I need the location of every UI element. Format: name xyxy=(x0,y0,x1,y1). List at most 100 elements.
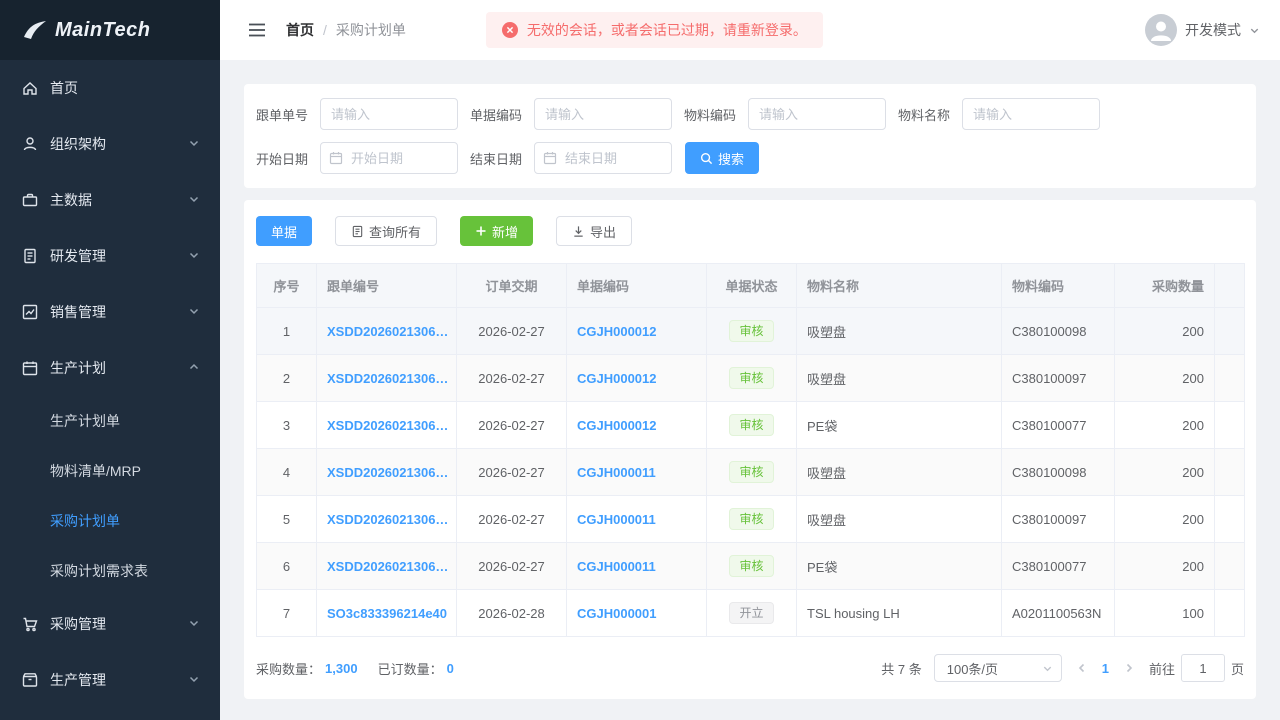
material-code-input[interactable] xyxy=(748,98,886,130)
breadcrumb-current: 采购计划单 xyxy=(335,22,406,38)
sidebar-subitem-bom-mrp[interactable]: 物料清单/MRP xyxy=(0,446,220,496)
order-no-link[interactable]: XSDD2026021306… xyxy=(327,324,448,339)
goto-page-input[interactable] xyxy=(1180,654,1225,682)
filter-label: 结束日期 xyxy=(470,151,523,167)
column-header-material: 物料名称 xyxy=(796,263,1002,308)
table-row: 5 XSDD2026021306… 2026-02-27 CGJH000011 … xyxy=(256,495,1245,543)
material-name: 吸塑盘 xyxy=(796,354,1002,402)
sidebar-subitem-purchase-plan-demand[interactable]: 采购计划需求表 xyxy=(0,546,220,596)
material-name: PE袋 xyxy=(796,542,1002,590)
alert-text: 无效的会话，或者会话已过期，请重新登录。 xyxy=(526,22,807,38)
search-button[interactable]: 搜索 xyxy=(685,142,760,174)
doc-no-link[interactable]: CGJH000012 xyxy=(577,324,657,339)
purchase-qty: 200 xyxy=(1114,307,1215,355)
chevron-down-icon xyxy=(188,616,200,632)
query-all-button[interactable]: 查询所有 xyxy=(335,216,438,246)
add-button[interactable]: 新增 xyxy=(460,216,534,246)
chevron-down-icon xyxy=(188,304,200,320)
filter-label: 单据编码 xyxy=(470,107,523,123)
collapse-sidebar-icon[interactable] xyxy=(246,19,268,41)
order-no-link[interactable]: XSDD2026021306… xyxy=(327,465,448,480)
table-row: 3 XSDD2026021306… 2026-02-27 CGJH000012 … xyxy=(256,401,1245,449)
purchase-qty: 100 xyxy=(1114,589,1215,637)
sidebar-subitem-purchase-plan-order[interactable]: 采购计划单 xyxy=(0,496,220,546)
document-icon xyxy=(20,247,40,265)
material-name: 吸塑盘 xyxy=(796,307,1002,355)
next-page-button[interactable] xyxy=(1121,660,1137,676)
delivery-date: 2026-02-27 xyxy=(456,495,567,543)
doc-code-input[interactable] xyxy=(534,98,672,130)
column-header-doc-no: 单据编码 xyxy=(566,263,707,308)
column-header-code: 物料编码 xyxy=(1001,263,1115,308)
sidebar-item-master-data[interactable]: 主数据 xyxy=(0,172,220,228)
order-no-link[interactable]: XSDD2026021306… xyxy=(327,371,448,386)
doc-no-link[interactable]: CGJH000011 xyxy=(577,512,656,527)
status-badge: 审核 xyxy=(729,367,774,389)
doc-no-link[interactable]: CGJH000012 xyxy=(577,371,657,386)
order-no-link[interactable]: XSDD2026021306… xyxy=(327,418,448,433)
chevron-down-icon xyxy=(1249,25,1260,36)
filter-material-code: 物料编码 xyxy=(684,98,886,130)
order-no-input[interactable] xyxy=(320,98,458,130)
logo: MainTech xyxy=(0,0,220,60)
download-icon xyxy=(572,225,585,238)
page-unit-label: 页 xyxy=(1230,661,1244,677)
row-index: 6 xyxy=(256,542,317,590)
sidebar-item-purchase-management[interactable]: 采购管理 xyxy=(0,596,220,652)
material-name: 吸塑盘 xyxy=(796,495,1002,543)
filter-doc-code: 单据编码 xyxy=(470,98,672,130)
sidebar-item-sales-management[interactable]: 销售管理 xyxy=(0,284,220,340)
extra-cell xyxy=(1214,401,1245,449)
sidebar-item-production-management[interactable]: 生产管理 xyxy=(0,652,220,708)
sidebar-item-rnd-management[interactable]: 研发管理 xyxy=(0,228,220,284)
sidebar-item-home[interactable]: 首页 xyxy=(0,60,220,116)
purchase-qty-total-value: 1,300 xyxy=(325,660,358,676)
topbar: 首页 / 采购计划单 无效的会话，或者会话已过期，请重新登录。 开发模式 xyxy=(220,0,1280,60)
status-badge: 审核 xyxy=(729,414,774,436)
start-date-input[interactable] xyxy=(320,142,458,174)
doc-no-link[interactable]: CGJH000011 xyxy=(577,559,656,574)
breadcrumb-home[interactable]: 首页 xyxy=(286,20,314,40)
sidebar-item-label: 生产管理 xyxy=(50,672,106,688)
material-name: PE袋 xyxy=(796,401,1002,449)
sidebar-subitem-label: 采购计划单 xyxy=(50,513,120,529)
sidebar-item-production-plan[interactable]: 生产计划 xyxy=(0,340,220,396)
order-no-link[interactable]: SO3c833396214e40 xyxy=(327,606,447,621)
page-size-value: 100条/页 xyxy=(946,661,999,677)
doc-no-link[interactable]: CGJH000001 xyxy=(577,606,657,621)
sidebar-subitem-label: 物料清单/MRP xyxy=(50,463,141,479)
delivery-date: 2026-02-27 xyxy=(456,307,567,355)
page-number[interactable]: 1 xyxy=(1096,661,1115,676)
doc-no-link[interactable]: CGJH000012 xyxy=(577,418,657,433)
column-header-index: 序号 xyxy=(256,263,317,308)
doc-no-link[interactable]: CGJH000011 xyxy=(577,465,656,480)
order-no-link[interactable]: XSDD2026021306… xyxy=(327,559,448,574)
filter-start-date: 开始日期 xyxy=(256,142,458,174)
prev-page-button[interactable] xyxy=(1074,660,1090,676)
doc-button[interactable]: 单据 xyxy=(256,216,313,246)
purchase-qty: 200 xyxy=(1114,401,1215,449)
logo-swoosh-icon xyxy=(24,21,46,39)
row-index: 5 xyxy=(256,495,317,543)
search-icon xyxy=(700,152,713,165)
sidebar-item-organization[interactable]: 组织架构 xyxy=(0,116,220,172)
page-content: 跟单单号 单据编码 物料编码 物料名称 开始日期 xyxy=(220,60,1280,720)
column-header-delivery: 订单交期 xyxy=(456,263,567,308)
material-name-input[interactable] xyxy=(962,98,1100,130)
row-index: 4 xyxy=(256,448,317,496)
row-index: 1 xyxy=(256,307,317,355)
export-button[interactable]: 导出 xyxy=(556,216,633,246)
extra-cell xyxy=(1214,495,1245,543)
order-no-link[interactable]: XSDD2026021306… xyxy=(327,512,448,527)
end-date-input[interactable] xyxy=(534,142,672,174)
chevron-down-icon xyxy=(188,672,200,688)
purchase-qty: 200 xyxy=(1114,354,1215,402)
delivery-date: 2026-02-27 xyxy=(456,401,567,449)
user-menu[interactable]: 开发模式 xyxy=(1145,14,1260,46)
sidebar-subitem-production-plan-order[interactable]: 生产计划单 xyxy=(0,396,220,446)
page-size-select[interactable]: 100条/页 xyxy=(933,654,1062,682)
filter-material-name: 物料名称 xyxy=(898,98,1100,130)
purchase-plan-table: 序号 跟单编号 订单交期 单据编码 单据状态 物料名称 物料编码 采购数量 1 xyxy=(256,263,1245,637)
session-error-alert: 无效的会话，或者会话已过期，请重新登录。 xyxy=(485,12,823,48)
row-index: 3 xyxy=(256,401,317,449)
